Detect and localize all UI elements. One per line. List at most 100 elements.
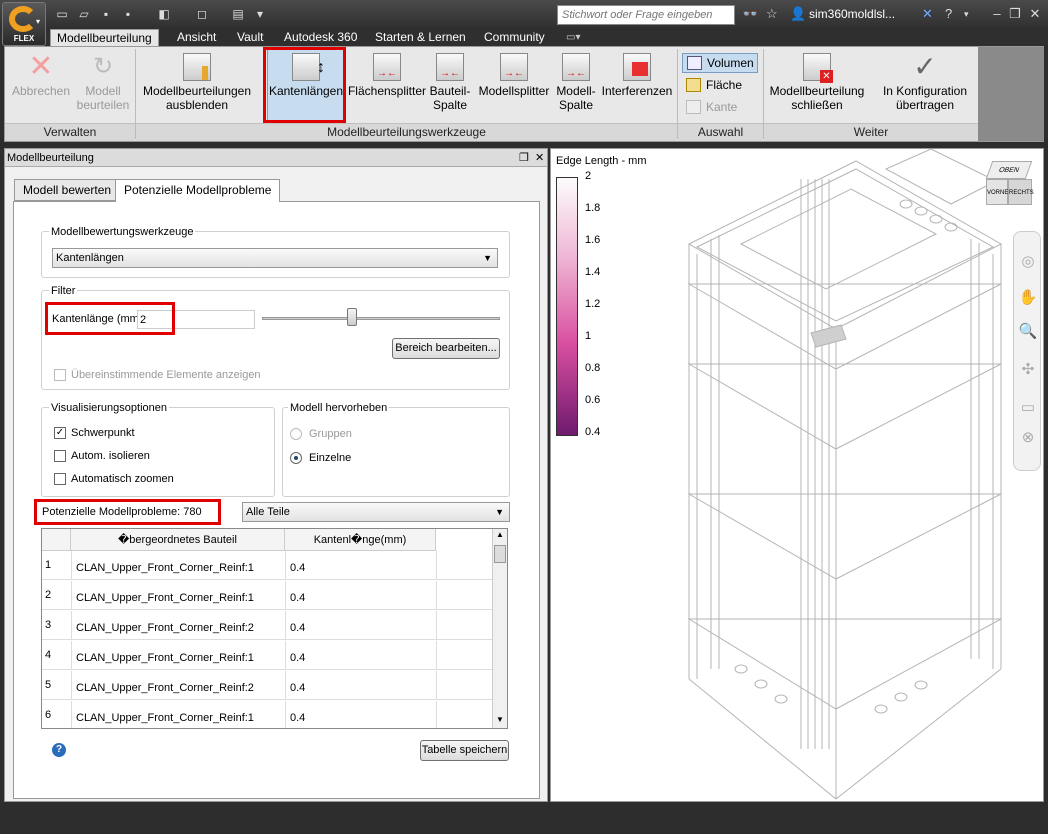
save-all-icon[interactable]: ▪: [120, 7, 136, 21]
tab-ansicht[interactable]: Ansicht: [177, 29, 216, 46]
bereich-bearbeiten-button[interactable]: Bereich bearbeiten...: [392, 338, 500, 359]
edge-length-slider-thumb[interactable]: [347, 308, 357, 326]
flaeche-button[interactable]: Fläche: [682, 76, 758, 96]
abbrechen-label: Abbrechen: [11, 84, 71, 98]
save-icon[interactable]: ▪: [98, 7, 114, 21]
table-row[interactable]: 2 CLAN_Upper_Front_Corner_Reinf:1 0.4: [42, 581, 492, 610]
title-bar: ▭ ▱ ▪ ▪ ◧ ◻ ▤ ▾ 👓 ☆ 👤 sim360moldlsl... ✕…: [0, 0, 1048, 30]
tab-modell-bewerten[interactable]: Modell bewerten: [14, 179, 121, 201]
gruppen-radio[interactable]: Gruppen: [290, 428, 352, 441]
table-row[interactable]: 1 CLAN_Upper_Front_Corner_Reinf:1 0.4: [42, 551, 492, 580]
ribbon-minimize-icon[interactable]: ▭▾: [566, 29, 580, 46]
ribbon-empty-area: [978, 47, 1044, 141]
schwerpunkt-checkbox[interactable]: ✓ Schwerpunkt: [54, 427, 135, 440]
column-header-part[interactable]: �bergeordnetes Bauteil: [71, 529, 285, 551]
checkmark-icon: ✓: [913, 51, 937, 82]
table-row[interactable]: 6 CLAN_Upper_Front_Corner_Reinf:1 0.4: [42, 701, 492, 728]
automatisch-zoomen-checkbox[interactable]: Automatisch zoomen: [54, 473, 174, 486]
tab-potenzielle-modellprobleme[interactable]: Potenzielle Modellprobleme: [115, 179, 281, 202]
full-navigation-wheel-icon[interactable]: ⊗: [1018, 428, 1038, 448]
zoom-icon[interactable]: 🔍: [1018, 322, 1038, 342]
volumen-button[interactable]: Volumen: [682, 53, 758, 73]
table-scrollbar[interactable]: ▲ ▼: [492, 529, 507, 728]
pan-hand-icon[interactable]: ✋: [1018, 288, 1038, 308]
tab-modellbeurteilung[interactable]: Modellbeurteilung: [50, 29, 159, 46]
flaechensplitter-button[interactable]: →← Flächensplitter: [347, 50, 427, 120]
matching-elements-checkbox[interactable]: Übereinstimmende Elemente anzeigen: [54, 369, 261, 382]
tab-starten-lernen[interactable]: Starten & Lernen: [375, 29, 466, 46]
table-row[interactable]: 5 CLAN_Upper_Front_Corner_Reinf:2 0.4: [42, 671, 492, 700]
scroll-up-icon[interactable]: ▲: [496, 530, 504, 539]
appearance-icon[interactable]: ◻: [194, 7, 210, 21]
abbrechen-button[interactable]: ✕ Abbrechen: [9, 50, 73, 120]
cabinet-model-wireframe[interactable]: [651, 149, 1021, 803]
panel-close-icon[interactable]: ✕: [535, 149, 544, 167]
in-konfiguration-uebertragen-button[interactable]: ✓ In Konfiguration übertragen: [875, 50, 975, 120]
material-icon[interactable]: ◧: [156, 7, 172, 21]
modell-beurteilen-label-2: beurteilen: [76, 98, 130, 112]
restore-icon[interactable]: ❐: [1006, 5, 1024, 23]
viewcube[interactable]: OBEN VORNE RECHTS: [983, 157, 1039, 213]
user-name[interactable]: sim360moldlsl...: [809, 7, 895, 21]
qa-menu-icon[interactable]: ▾: [252, 7, 268, 21]
tabelle-speichern-button[interactable]: Tabelle speichern: [420, 740, 509, 761]
edge-length-slider-track[interactable]: [262, 317, 500, 320]
modell-beurteilen-button[interactable]: ↻ Modell beurteilen: [75, 50, 131, 120]
group-label-verwalten: Verwalten: [5, 123, 135, 141]
modellbeurteilung-schliessen-button[interactable]: ✕ Modellbeurteilung schließen: [765, 50, 869, 120]
bauteil-spalte-button[interactable]: →← Bauteil- Spalte: [429, 50, 471, 120]
cell-divider: [436, 701, 437, 728]
modellbeurteilungen-ausblenden-button[interactable]: Modellbeurteilungen ausblenden: [139, 50, 255, 120]
modell-beurteilen-label-1: Modell: [85, 84, 121, 98]
einzelne-radio[interactable]: Einzelne: [290, 452, 351, 465]
help-icon[interactable]: ?: [945, 6, 952, 21]
undock-icon[interactable]: ❐: [519, 149, 529, 167]
3d-viewport[interactable]: Edge Length - mm 2 1.8 1.6 1.4 1.2 1 0.8 0.6 0.4: [550, 148, 1044, 802]
user-icon[interactable]: 👤: [790, 6, 806, 22]
cell-divider: [71, 671, 72, 700]
edge-select-icon: [686, 100, 701, 114]
part-cell: CLAN_Upper_Front_Corner_Reinf:2: [76, 682, 254, 694]
legend-tick: 1.8: [585, 202, 601, 214]
viewcube-front[interactable]: VORNE: [986, 179, 1008, 205]
interferenzen-button[interactable]: Interferenzen: [601, 50, 673, 120]
properties-icon[interactable]: ▤: [230, 7, 246, 21]
cell-divider: [71, 581, 72, 610]
parts-filter-dropdown[interactable]: Alle Teile ▼: [242, 502, 510, 522]
help-menu-icon[interactable]: ▾: [964, 9, 969, 20]
tab-autodesk-360[interactable]: Autodesk 360: [284, 29, 357, 46]
close-icon[interactable]: ✕: [1026, 5, 1044, 23]
autom-isolieren-checkbox[interactable]: Autom. isolieren: [54, 450, 150, 463]
highlight-problems-count: [34, 499, 221, 525]
tab-vault[interactable]: Vault: [237, 29, 263, 46]
scroll-down-icon[interactable]: ▼: [496, 715, 504, 724]
table-scroll-thumb[interactable]: [494, 545, 506, 563]
length-cell: 0.4: [290, 712, 306, 724]
favorites-star-icon[interactable]: ☆: [766, 6, 778, 22]
kante-button[interactable]: Kante: [682, 98, 758, 118]
column-header-length[interactable]: Kantenl�nge(mm): [285, 529, 436, 551]
search-input[interactable]: [557, 5, 735, 25]
app-logo-icon: [9, 6, 37, 32]
tools-dropdown[interactable]: Kantenlängen ▼: [52, 248, 498, 268]
table-row[interactable]: 3 CLAN_Upper_Front_Corner_Reinf:2 0.4: [42, 611, 492, 640]
exchange-icon[interactable]: ✕: [922, 6, 933, 22]
viewcube-right[interactable]: RECHTS: [1008, 179, 1034, 205]
new-icon[interactable]: ▭: [54, 7, 70, 21]
einzelne-label: Einzelne: [309, 452, 352, 464]
modell-spalte-button[interactable]: →← Modell- Spalte: [555, 50, 597, 120]
minimize-icon[interactable]: –: [988, 5, 1006, 23]
viewcube-top[interactable]: OBEN: [985, 161, 1033, 179]
table-row[interactable]: 4 CLAN_Upper_Front_Corner_Reinf:1 0.4: [42, 641, 492, 670]
tab-community[interactable]: Community: [484, 29, 545, 46]
help-icon[interactable]: ?: [52, 743, 66, 757]
orbit-icon[interactable]: ✣: [1018, 360, 1038, 380]
modellsplitter-button[interactable]: →← Modellsplitter: [475, 50, 553, 120]
binoculars-icon[interactable]: 👓: [742, 6, 758, 22]
part-gap-icon: →←: [436, 53, 464, 81]
look-at-icon[interactable]: ▭: [1018, 398, 1038, 418]
open-icon[interactable]: ▱: [76, 7, 92, 21]
steering-wheel-icon[interactable]: ◎: [1018, 252, 1038, 272]
refresh-icon: ↻: [92, 53, 114, 80]
application-menu-button[interactable]: ▾ FLEX: [2, 2, 46, 46]
